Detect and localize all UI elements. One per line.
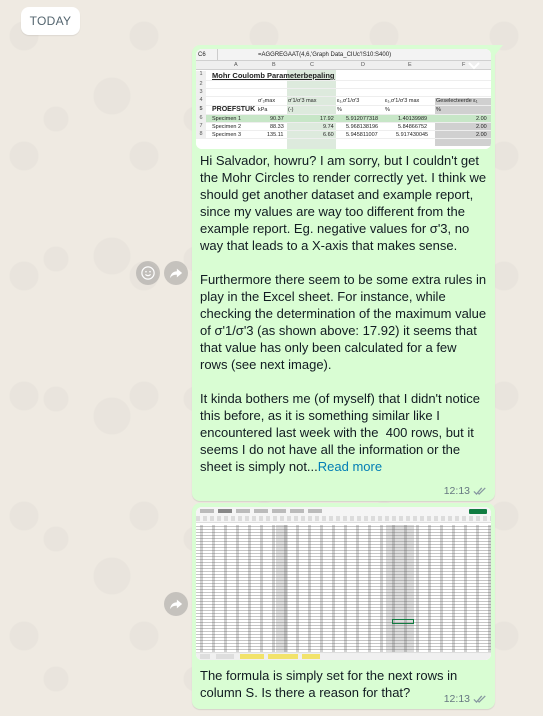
- double-check-icon: [473, 487, 486, 495]
- table-row: 8 Specimen 3 135.11 6.60 5.945811007 5.9…: [196, 131, 491, 139]
- excel-screenshot: [196, 507, 491, 660]
- formula-text: =AGGREGAAT(4,6,'Graph Data_CIUc'!S10:S40…: [258, 51, 392, 58]
- column-header: D: [361, 62, 365, 68]
- attached-image-excel-sheet[interactable]: [196, 507, 491, 660]
- forward-button[interactable]: [164, 592, 188, 616]
- date-divider: TODAY: [21, 7, 80, 35]
- excel-screenshot: C6 =AGGREGAAT(4,6,'Graph Data_CIUc'!S10:…: [196, 49, 491, 149]
- table-row: 6 Specimen 1 90.37 17.92 5.912077318 1.4…: [196, 115, 491, 123]
- react-button[interactable]: [136, 261, 160, 285]
- read-more-link[interactable]: Read more: [318, 459, 382, 474]
- double-check-icon: [473, 695, 486, 703]
- column-header: E: [408, 62, 412, 68]
- outgoing-message[interactable]: C6 =AGGREGAAT(4,6,'Graph Data_CIUc'!S10:…: [192, 45, 503, 501]
- column-header: A: [234, 62, 238, 68]
- chevron-down-icon[interactable]: [463, 55, 485, 77]
- forward-arrow-icon: [169, 268, 183, 279]
- column-headers: A B C D E F: [196, 61, 491, 70]
- message-meta: 12:13: [444, 485, 487, 497]
- message-time: 12:13: [443, 693, 470, 705]
- sheet-row: 3: [196, 89, 491, 97]
- sheet-tabs: [196, 652, 491, 660]
- outgoing-message[interactable]: The formula is simply set for the next r…: [192, 503, 495, 709]
- attached-image-excel-table[interactable]: C6 =AGGREGAAT(4,6,'Graph Data_CIUc'!S10:…: [196, 49, 491, 149]
- table-row: 7 Specimen 2 88.33 9.74 5.968138196 5.84…: [196, 123, 491, 131]
- sheet-row: 2: [196, 81, 491, 89]
- sheet-grid: [196, 525, 491, 652]
- selected-cell: [392, 619, 414, 624]
- share-button: [469, 509, 487, 514]
- excel-ribbon: [196, 507, 491, 523]
- forward-button[interactable]: [164, 261, 188, 285]
- message-time: 12:13: [443, 485, 470, 497]
- formula-bar: C6 =AGGREGAAT(4,6,'Graph Data_CIUc'!S10:…: [196, 49, 491, 61]
- column-header: B: [272, 62, 276, 68]
- sheet-row: 1 Mohr Coulomb Parameterbepaling: [196, 71, 491, 81]
- column-highlight: [386, 525, 414, 652]
- message-text: Hi Salvador, howru? I am sorry, but I co…: [200, 153, 487, 474]
- cell-reference: C6: [196, 49, 218, 60]
- message-meta: 12:13: [444, 693, 487, 705]
- forward-arrow-icon: [169, 599, 183, 610]
- bubble-tail: [495, 45, 503, 55]
- emoji-smile-icon: [141, 266, 155, 280]
- sheet-header-top-row: 4 σ'₃max σ'1/σ'3 max ε₁,σ'1/σ'3 ε₁,σ'1/σ…: [196, 97, 491, 106]
- column-highlight: [276, 525, 288, 652]
- column-header: C: [310, 62, 314, 68]
- sheet-title: Mohr Coulomb Parameterbepaling: [212, 71, 335, 80]
- sheet-header-row: 5 PROEFSTUK kPa (-) % % %: [196, 106, 491, 115]
